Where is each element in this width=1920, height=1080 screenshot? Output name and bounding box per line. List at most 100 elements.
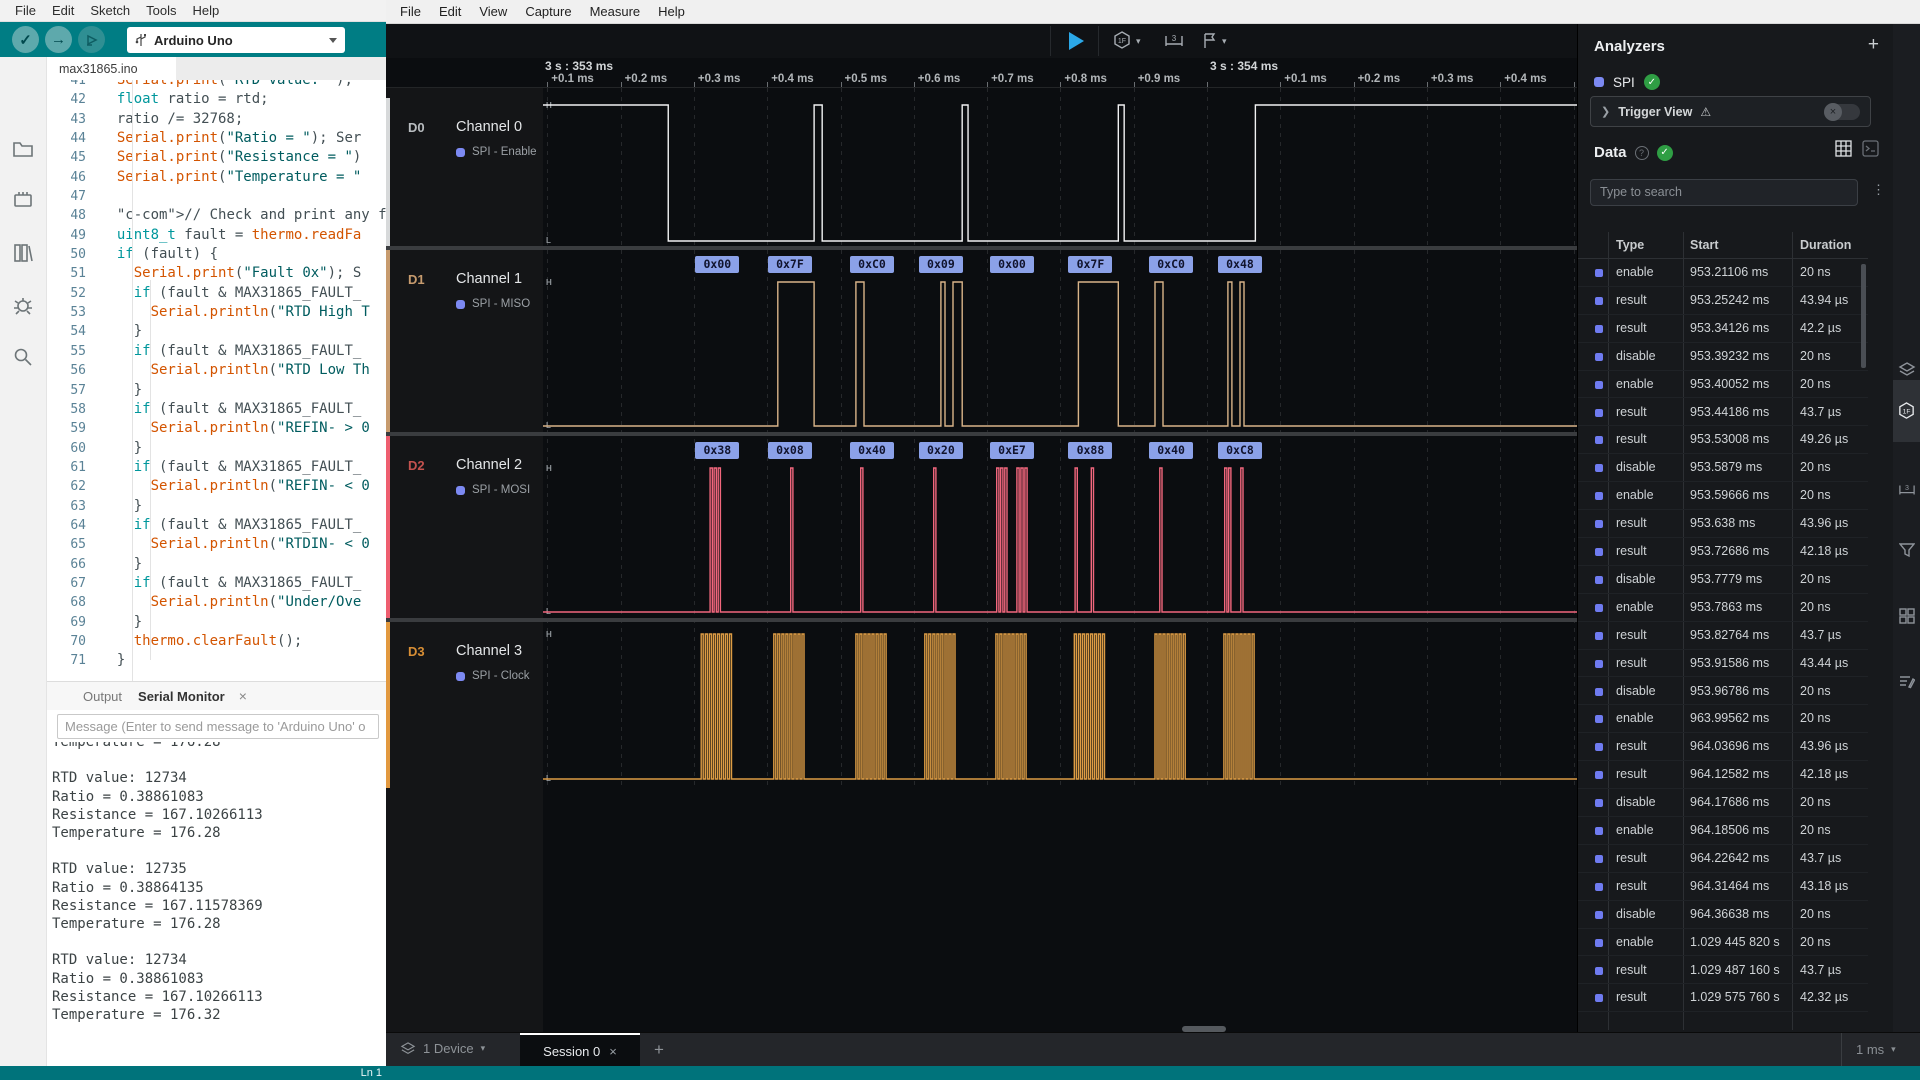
table-row[interactable]: result953.82764 ms43.7 µs — [1578, 622, 1868, 650]
measurements-tab-icon[interactable]: 3 — [1893, 476, 1920, 503]
table-vscrollbar[interactable] — [1861, 264, 1866, 368]
code-line[interactable]: 68 Serial.println("Under/Ove — [47, 593, 386, 612]
code-line[interactable]: 52 if (fault & MAX31865_FAULT_ — [47, 284, 386, 303]
table-row[interactable]: disable964.17686 ms20 ns — [1578, 789, 1868, 817]
code-line[interactable]: 66 } — [47, 555, 386, 574]
table-row[interactable]: result953.91586 ms43.44 µs — [1578, 650, 1868, 678]
code-line[interactable]: 46 Serial.print("Temperature = " — [47, 168, 386, 187]
table-row[interactable]: result964.03696 ms43.96 µs — [1578, 733, 1868, 761]
table-row[interactable]: disable953.39232 ms20 ns — [1578, 343, 1868, 371]
table-row[interactable]: result953.72686 ms42.18 µs — [1578, 538, 1868, 566]
code-line[interactable]: 55 if (fault & MAX31865_FAULT_ — [47, 342, 386, 361]
table-row[interactable]: enable953.21106 ms20 ns — [1578, 259, 1868, 287]
serial-monitor-output[interactable]: Temperature = 176.28RTD value: 12734Rati… — [47, 742, 386, 1062]
table-row[interactable]: result953.34126 ms42.2 µs — [1578, 315, 1868, 343]
add-analyzer-button[interactable]: + — [1868, 34, 1879, 56]
code-line[interactable]: 51 Serial.print("Fault 0x"); S — [47, 264, 386, 283]
code-line[interactable]: 70 thermo.clearFault(); — [47, 632, 386, 651]
logic-menu-help[interactable]: Help — [650, 2, 693, 21]
trigger-view-row[interactable]: ❯ Trigger View ⚠ × — [1590, 96, 1871, 127]
waveform-area[interactable]: D0Channel 0SPI - EnableHLD1Channel 1SPI … — [386, 88, 1577, 1035]
library-manager-icon[interactable] — [11, 241, 35, 265]
code-line[interactable]: 65 Serial.println("RTDIN- < 0 — [47, 535, 386, 554]
table-row[interactable]: disable964.36638 ms20 ns — [1578, 901, 1868, 929]
data-table[interactable]: Type Start Duration enable953.21106 ms20… — [1578, 232, 1868, 1030]
table-row[interactable]: result964.22642 ms43.7 µs — [1578, 845, 1868, 873]
board-selector[interactable]: Arduino Uno — [127, 27, 345, 53]
code-line[interactable]: 59 Serial.println("REFIN- > 0 — [47, 419, 386, 438]
search-options-icon[interactable]: ⋮ — [1872, 182, 1885, 198]
col-type[interactable]: Type — [1616, 238, 1644, 252]
logic-menu-view[interactable]: View — [471, 2, 515, 21]
filter-tab-icon[interactable] — [1893, 536, 1920, 563]
col-duration[interactable]: Duration — [1800, 238, 1851, 252]
terminal-view-icon[interactable] — [1862, 140, 1879, 157]
code-line[interactable]: 42 float ratio = rtd; — [47, 90, 386, 109]
analyzer-item-spi[interactable]: SPI ✓ — [1594, 74, 1660, 90]
help-icon[interactable]: ? — [1635, 146, 1649, 160]
upload-button[interactable]: → — [45, 26, 72, 53]
code-line[interactable]: 49 uint8_t fault = thermo.readFa — [47, 226, 386, 245]
table-row[interactable]: enable1.029 445 820 s20 ns — [1578, 929, 1868, 957]
boards-manager-icon[interactable] — [11, 188, 35, 212]
code-line[interactable]: 53 Serial.println("RTD High T — [47, 303, 386, 322]
trigger-view-toggle[interactable]: × — [1824, 104, 1860, 120]
debug-button[interactable] — [78, 26, 105, 53]
code-line[interactable]: 45 Serial.print("Resistance = ") — [47, 148, 386, 167]
code-line[interactable]: 62 Serial.println("REFIN- < 0 — [47, 477, 386, 496]
arduino-menu-help[interactable]: Help — [185, 1, 226, 20]
table-row[interactable]: result964.31464 ms43.18 µs — [1578, 873, 1868, 901]
sketchbook-folder-icon[interactable] — [11, 137, 35, 161]
close-session-icon[interactable]: × — [609, 1044, 617, 1059]
annotations-button[interactable]: ▾ — [1202, 28, 1227, 54]
logic-menu-measure[interactable]: Measure — [582, 2, 649, 21]
code-line[interactable]: 50 if (fault) { — [47, 245, 386, 264]
arduino-menu-file[interactable]: File — [8, 1, 43, 20]
code-line[interactable]: 63 } — [47, 497, 386, 516]
analyzers-tab-icon[interactable]: 1F — [1893, 398, 1920, 425]
col-start[interactable]: Start — [1690, 238, 1718, 252]
table-view-icon[interactable] — [1835, 140, 1852, 157]
verify-button[interactable]: ✓ — [12, 26, 39, 53]
search-input[interactable]: Type to search — [1590, 179, 1858, 206]
code-line[interactable]: 57 } — [47, 381, 386, 400]
channel-row-d2[interactable]: D2Channel 2SPI - MOSIHL0x380x080x400x200… — [386, 436, 1577, 618]
code-line[interactable]: 69 } — [47, 613, 386, 632]
logic-menu-edit[interactable]: Edit — [431, 2, 469, 21]
table-row[interactable]: disable953.5879 ms20 ns — [1578, 454, 1868, 482]
tab-output[interactable]: Output — [77, 685, 128, 708]
device-settings-button[interactable]: 1F ▾ — [1112, 28, 1141, 54]
table-row[interactable]: enable953.40052 ms20 ns — [1578, 371, 1868, 399]
table-row[interactable]: result953.638 ms43.96 µs — [1578, 510, 1868, 538]
code-line[interactable]: 61 if (fault & MAX31865_FAULT_ — [47, 458, 386, 477]
code-line[interactable]: 44 Serial.print("Ratio = "); Ser — [47, 129, 386, 148]
table-row[interactable]: result1.029 575 760 s42.32 µs — [1578, 984, 1868, 1012]
debug-sidebar-icon[interactable] — [11, 293, 35, 317]
code-line[interactable]: 43 ratio /= 32768; — [47, 110, 386, 129]
code-line[interactable]: 71 } — [47, 651, 386, 670]
measure-button[interactable]: 3 — [1164, 28, 1184, 54]
table-row[interactable]: disable953.96786 ms20 ns — [1578, 678, 1868, 706]
table-row[interactable]: enable953.7863 ms20 ns — [1578, 594, 1868, 622]
device-selector[interactable]: 1 Device ▾ — [400, 1041, 485, 1056]
code-line[interactable]: 64 if (fault & MAX31865_FAULT_ — [47, 516, 386, 535]
play-button[interactable] — [1066, 28, 1086, 54]
notes-tab-icon[interactable] — [1893, 668, 1920, 695]
channel-row-d1[interactable]: D1Channel 1SPI - MISOHL0x000x7F0xC00x090… — [386, 250, 1577, 432]
devices-icon[interactable] — [1893, 356, 1920, 383]
logic-menu-file[interactable]: File — [392, 2, 429, 21]
channel-row-d3[interactable]: D3Channel 3SPI - ClockHL — [386, 622, 1577, 788]
timeline[interactable]: 3 s : 353 ms3 s : 354 ms+0.1 ms+0.2 ms+0… — [386, 58, 1577, 88]
arduino-menu-tools[interactable]: Tools — [139, 1, 183, 20]
table-row[interactable]: enable964.18506 ms20 ns — [1578, 817, 1868, 845]
code-line[interactable]: 48 "c-com">// Check and print any faults — [47, 206, 386, 225]
table-row[interactable]: enable963.99562 ms20 ns — [1578, 705, 1868, 733]
table-row[interactable]: result964.12582 ms42.18 µs — [1578, 761, 1868, 789]
serial-message-input[interactable]: Message (Enter to send message to 'Ardui… — [57, 714, 379, 739]
table-row[interactable]: result953.53008 ms49.26 µs — [1578, 426, 1868, 454]
code-line[interactable]: 56 Serial.println("RTD Low Th — [47, 361, 386, 380]
close-icon[interactable]: × — [235, 688, 251, 704]
code-line[interactable]: 67 if (fault & MAX31865_FAULT_ — [47, 574, 386, 593]
code-editor[interactable]: 41 Serial.print("RTD value: ");42 float … — [47, 80, 386, 681]
tab-serial-monitor[interactable]: Serial Monitor — [132, 685, 231, 708]
